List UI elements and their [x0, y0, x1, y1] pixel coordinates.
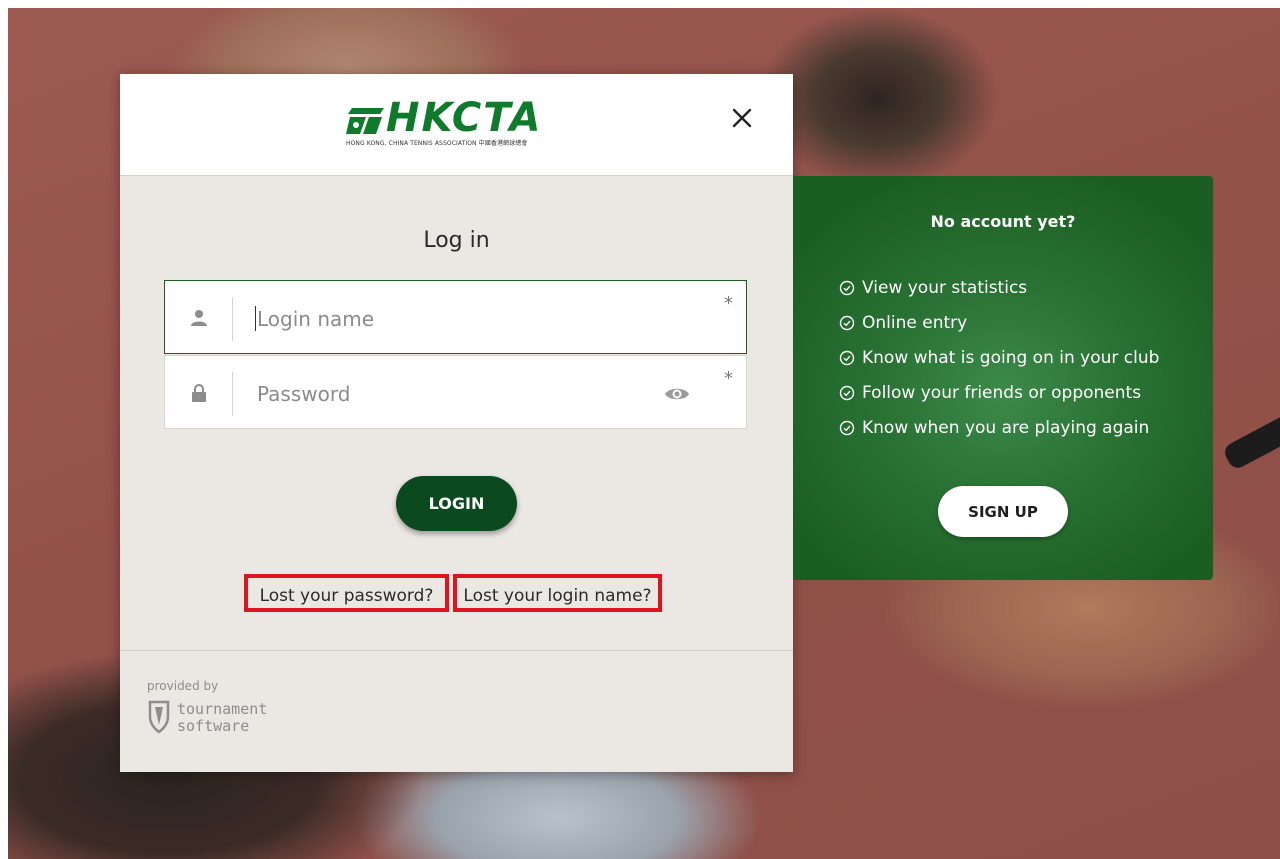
benefits-list: View your statistics Online entry Know w… — [839, 270, 1159, 445]
card-header: HKCTA HONG KONG, CHINA TENNIS ASSOCIATIO… — [120, 74, 793, 176]
field-divider — [232, 297, 233, 341]
logo-subtext: HONG KONG, CHINA TENNIS ASSOCIATION 中國香港… — [346, 140, 528, 147]
benefit-item: View your statistics — [839, 270, 1159, 305]
check-circle-icon — [839, 350, 855, 365]
eye-icon[interactable] — [663, 384, 691, 404]
vendor-line-2: software — [177, 717, 250, 735]
tournament-software-logo[interactable]: tournament software — [177, 701, 267, 735]
check-circle-icon — [839, 420, 855, 435]
signup-button[interactable]: SIGN UP — [938, 486, 1068, 537]
close-icon — [732, 108, 752, 128]
signup-panel: No account yet? View your statistics Onl… — [793, 176, 1213, 580]
benefit-item: Follow your friends or opponents — [839, 375, 1159, 410]
password-field[interactable]: * — [164, 355, 747, 429]
login-name-input[interactable] — [255, 303, 659, 335]
required-mark: * — [724, 293, 733, 314]
lock-icon — [189, 383, 209, 403]
benefit-item: Know when you are playing again — [839, 410, 1159, 445]
required-mark: * — [724, 368, 733, 389]
text-caret — [255, 306, 256, 331]
login-card: HKCTA HONG KONG, CHINA TENNIS ASSOCIATIO… — [120, 74, 793, 772]
logo-text: HKCTA — [386, 95, 543, 141]
login-title: Log in — [423, 228, 490, 253]
signup-title: No account yet? — [930, 212, 1076, 231]
card-footer: provided by tournament software — [120, 650, 793, 773]
login-button[interactable]: LOGIN — [396, 476, 517, 531]
benefit-label: Know what is going on in your club — [862, 347, 1160, 368]
vendor-line-1: tournament — [177, 700, 268, 718]
lost-password-link[interactable]: Lost your password? — [244, 574, 449, 612]
field-divider — [232, 372, 233, 416]
close-button[interactable] — [724, 100, 760, 136]
benefit-label: Follow your friends or opponents — [862, 382, 1142, 403]
password-input[interactable] — [255, 378, 659, 410]
hkcta-logo[interactable]: HKCTA HONG KONG, CHINA TENNIS ASSOCIATIO… — [346, 96, 576, 150]
check-circle-icon — [839, 315, 855, 330]
benefit-label: View your statistics — [862, 277, 1028, 298]
provided-by-label: provided by — [147, 679, 219, 693]
login-name-field[interactable]: * — [164, 280, 747, 354]
benefit-item: Online entry — [839, 305, 1159, 340]
shield-icon — [148, 700, 170, 734]
logo-mark-icon — [346, 108, 384, 134]
top-strip — [0, 0, 1280, 8]
benefit-label: Online entry — [862, 312, 968, 333]
racket-handle — [1221, 410, 1280, 472]
check-circle-icon — [839, 280, 855, 295]
lost-login-name-link[interactable]: Lost your login name? — [453, 574, 662, 612]
benefit-label: Know when you are playing again — [862, 417, 1150, 438]
check-circle-icon — [839, 385, 855, 400]
benefit-item: Know what is going on in your club — [839, 340, 1159, 375]
user-icon — [189, 308, 209, 328]
